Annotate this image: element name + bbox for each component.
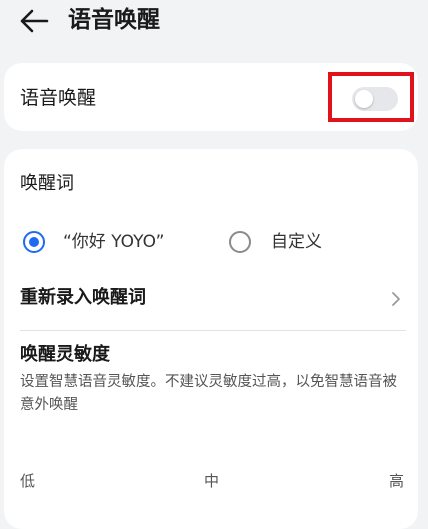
rerecord-label: 重新录入唤醒词 bbox=[20, 287, 146, 308]
rerecord-wake-word-row[interactable]: 重新录入唤醒词 bbox=[4, 273, 418, 323]
sensitivity-description: 设置智慧语音灵敏度。不建议灵敏度过高，以免智慧语音被意外唤醒 bbox=[20, 374, 397, 413]
radio-selected-dot bbox=[29, 237, 39, 247]
voice-wake-toggle[interactable] bbox=[352, 87, 398, 111]
sensitivity-mid-label[interactable]: 中 bbox=[204, 471, 219, 491]
option-default-label[interactable]: “你好 YOYO” bbox=[63, 230, 164, 254]
wake-word-title: 唤醒词 bbox=[20, 173, 74, 194]
radio-option-default[interactable] bbox=[23, 231, 45, 253]
sensitivity-title: 唤醒灵敏度 bbox=[20, 344, 110, 365]
voice-wake-card: 语音唤醒 bbox=[4, 63, 418, 131]
radio-option-custom[interactable] bbox=[229, 231, 251, 253]
sensitivity-high-label[interactable]: 高 bbox=[389, 471, 404, 491]
toggle-knob bbox=[355, 90, 373, 108]
sensitivity-low-label[interactable]: 低 bbox=[20, 471, 35, 491]
page-title: 语音唤醒 bbox=[68, 7, 160, 33]
wake-settings-card: 唤醒词 “你好 YOYO” 自定义 重新录入唤醒词 唤醒灵敏度 设置智慧语音灵敏… bbox=[4, 149, 418, 529]
back-arrow-icon[interactable] bbox=[18, 8, 50, 34]
divider bbox=[20, 330, 406, 331]
header: 语音唤醒 bbox=[0, 0, 428, 44]
chevron-right-icon bbox=[392, 292, 400, 306]
option-custom-label[interactable]: 自定义 bbox=[271, 230, 322, 254]
voice-wake-label: 语音唤醒 bbox=[20, 87, 97, 109]
